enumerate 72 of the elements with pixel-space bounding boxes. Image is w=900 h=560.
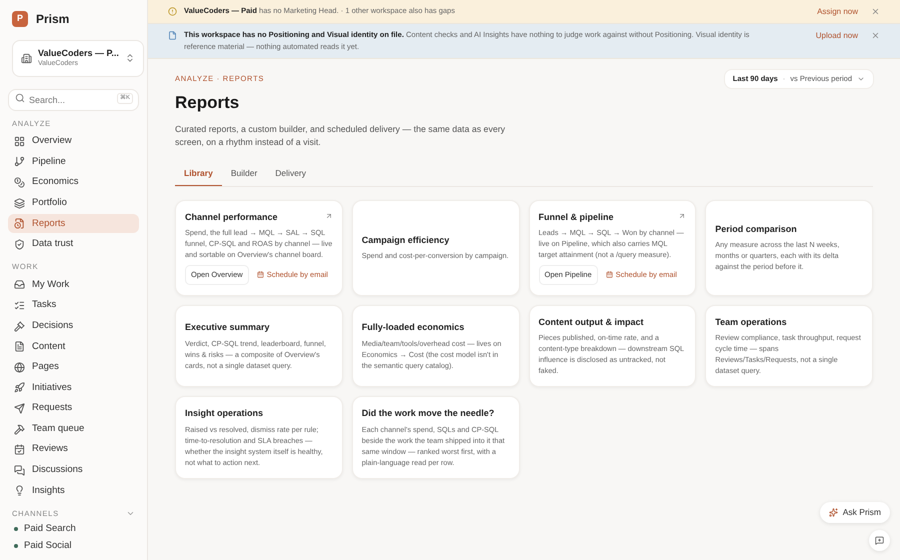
arrow-up-right-icon[interactable] <box>678 212 686 220</box>
nav-item[interactable]: My Work <box>8 275 139 295</box>
send-icon <box>14 402 25 414</box>
nav-item[interactable]: Pipeline <box>8 152 139 172</box>
coins-icon <box>14 176 25 188</box>
grid-icon <box>14 136 25 147</box>
nav-item[interactable]: Data trust <box>8 234 139 254</box>
card-title: Channel performance <box>185 210 278 224</box>
card-title: Content output & impact <box>538 316 644 329</box>
document-icon <box>14 341 25 352</box>
channel-link[interactable]: Paid Search <box>24 522 76 536</box>
nav-item[interactable]: Tasks <box>8 296 139 316</box>
nav-item[interactable]: Portfolio <box>8 193 139 213</box>
nav-item[interactable]: Economics <box>8 172 139 192</box>
nav-item[interactable]: Content <box>8 336 139 356</box>
feedback-button[interactable] <box>869 530 890 551</box>
app-logo: P <box>12 11 28 27</box>
tab[interactable]: Delivery <box>266 162 315 186</box>
workspace-name: ValueCoders — P... <box>38 47 119 59</box>
chat-icon <box>14 464 25 476</box>
sparkle-icon <box>828 508 838 517</box>
rocket-icon <box>14 382 25 394</box>
document-icon <box>168 31 177 40</box>
globe-icon <box>14 362 25 373</box>
ask-button[interactable]: Ask Prism <box>820 502 890 523</box>
nav-item[interactable]: Requests <box>8 398 139 418</box>
calendar-icon <box>606 271 613 278</box>
app-name: Prism <box>36 11 70 28</box>
lightbulb-icon <box>14 485 25 496</box>
chevron-down-icon <box>857 75 865 83</box>
card-title: Team operations <box>715 316 787 329</box>
nav-item[interactable]: Reviews <box>8 440 139 460</box>
nav-item[interactable]: Decisions <box>8 316 139 336</box>
search-icon <box>15 92 25 102</box>
message-plus-icon <box>875 536 884 545</box>
tab[interactable]: Library <box>175 162 222 186</box>
nav-item[interactable]: Pages <box>8 357 139 378</box>
banner-action-link[interactable]: Assign now <box>817 6 858 18</box>
shield-check-icon <box>14 238 25 250</box>
document-clock-icon <box>14 218 25 230</box>
tab[interactable]: Builder <box>222 162 266 186</box>
nav-item[interactable]: Initiatives <box>8 378 139 398</box>
card-title: Period comparison <box>715 222 797 236</box>
card-title: Did the work move the needle? <box>362 407 494 420</box>
banner-action-link[interactable]: Upload now <box>816 30 858 42</box>
card-title: Campaign efficiency <box>362 234 450 247</box>
arrow-up-right-icon[interactable] <box>324 212 333 220</box>
close-icon[interactable] <box>871 31 880 40</box>
hammer-icon <box>14 424 25 435</box>
nav-item[interactable]: Discussions <box>8 460 139 480</box>
card-title: Funnel & pipeline <box>538 210 614 224</box>
building-icon <box>21 52 32 64</box>
nav-item[interactable]: Overview <box>8 132 139 152</box>
alert-icon <box>168 7 177 16</box>
layers-icon <box>14 198 25 209</box>
gavel-icon <box>14 320 25 332</box>
chevron-updown-icon <box>124 53 135 64</box>
branch-icon <box>14 156 25 168</box>
close-icon[interactable] <box>871 7 880 16</box>
nav-item[interactable]: Reports <box>8 214 139 234</box>
card-title: Executive summary <box>185 321 270 334</box>
inbox-icon <box>14 279 25 290</box>
page-title: Reports <box>175 92 240 114</box>
page-description: Curated reports, a custom builder, and scheduled delivery — the same data as every screen, on a rhythm instead of a visit. <box>175 122 506 149</box>
checklist-icon <box>14 300 25 311</box>
calendar-check-icon <box>14 444 25 456</box>
card-title: Insight operations <box>185 407 264 420</box>
channel-link[interactable]: Paid Social <box>24 538 72 554</box>
nav-item[interactable]: Team queue <box>8 419 139 439</box>
card-title: Fully-loaded economics <box>362 321 464 334</box>
calendar-icon <box>256 271 264 278</box>
nav-item[interactable]: Insights <box>8 481 139 501</box>
